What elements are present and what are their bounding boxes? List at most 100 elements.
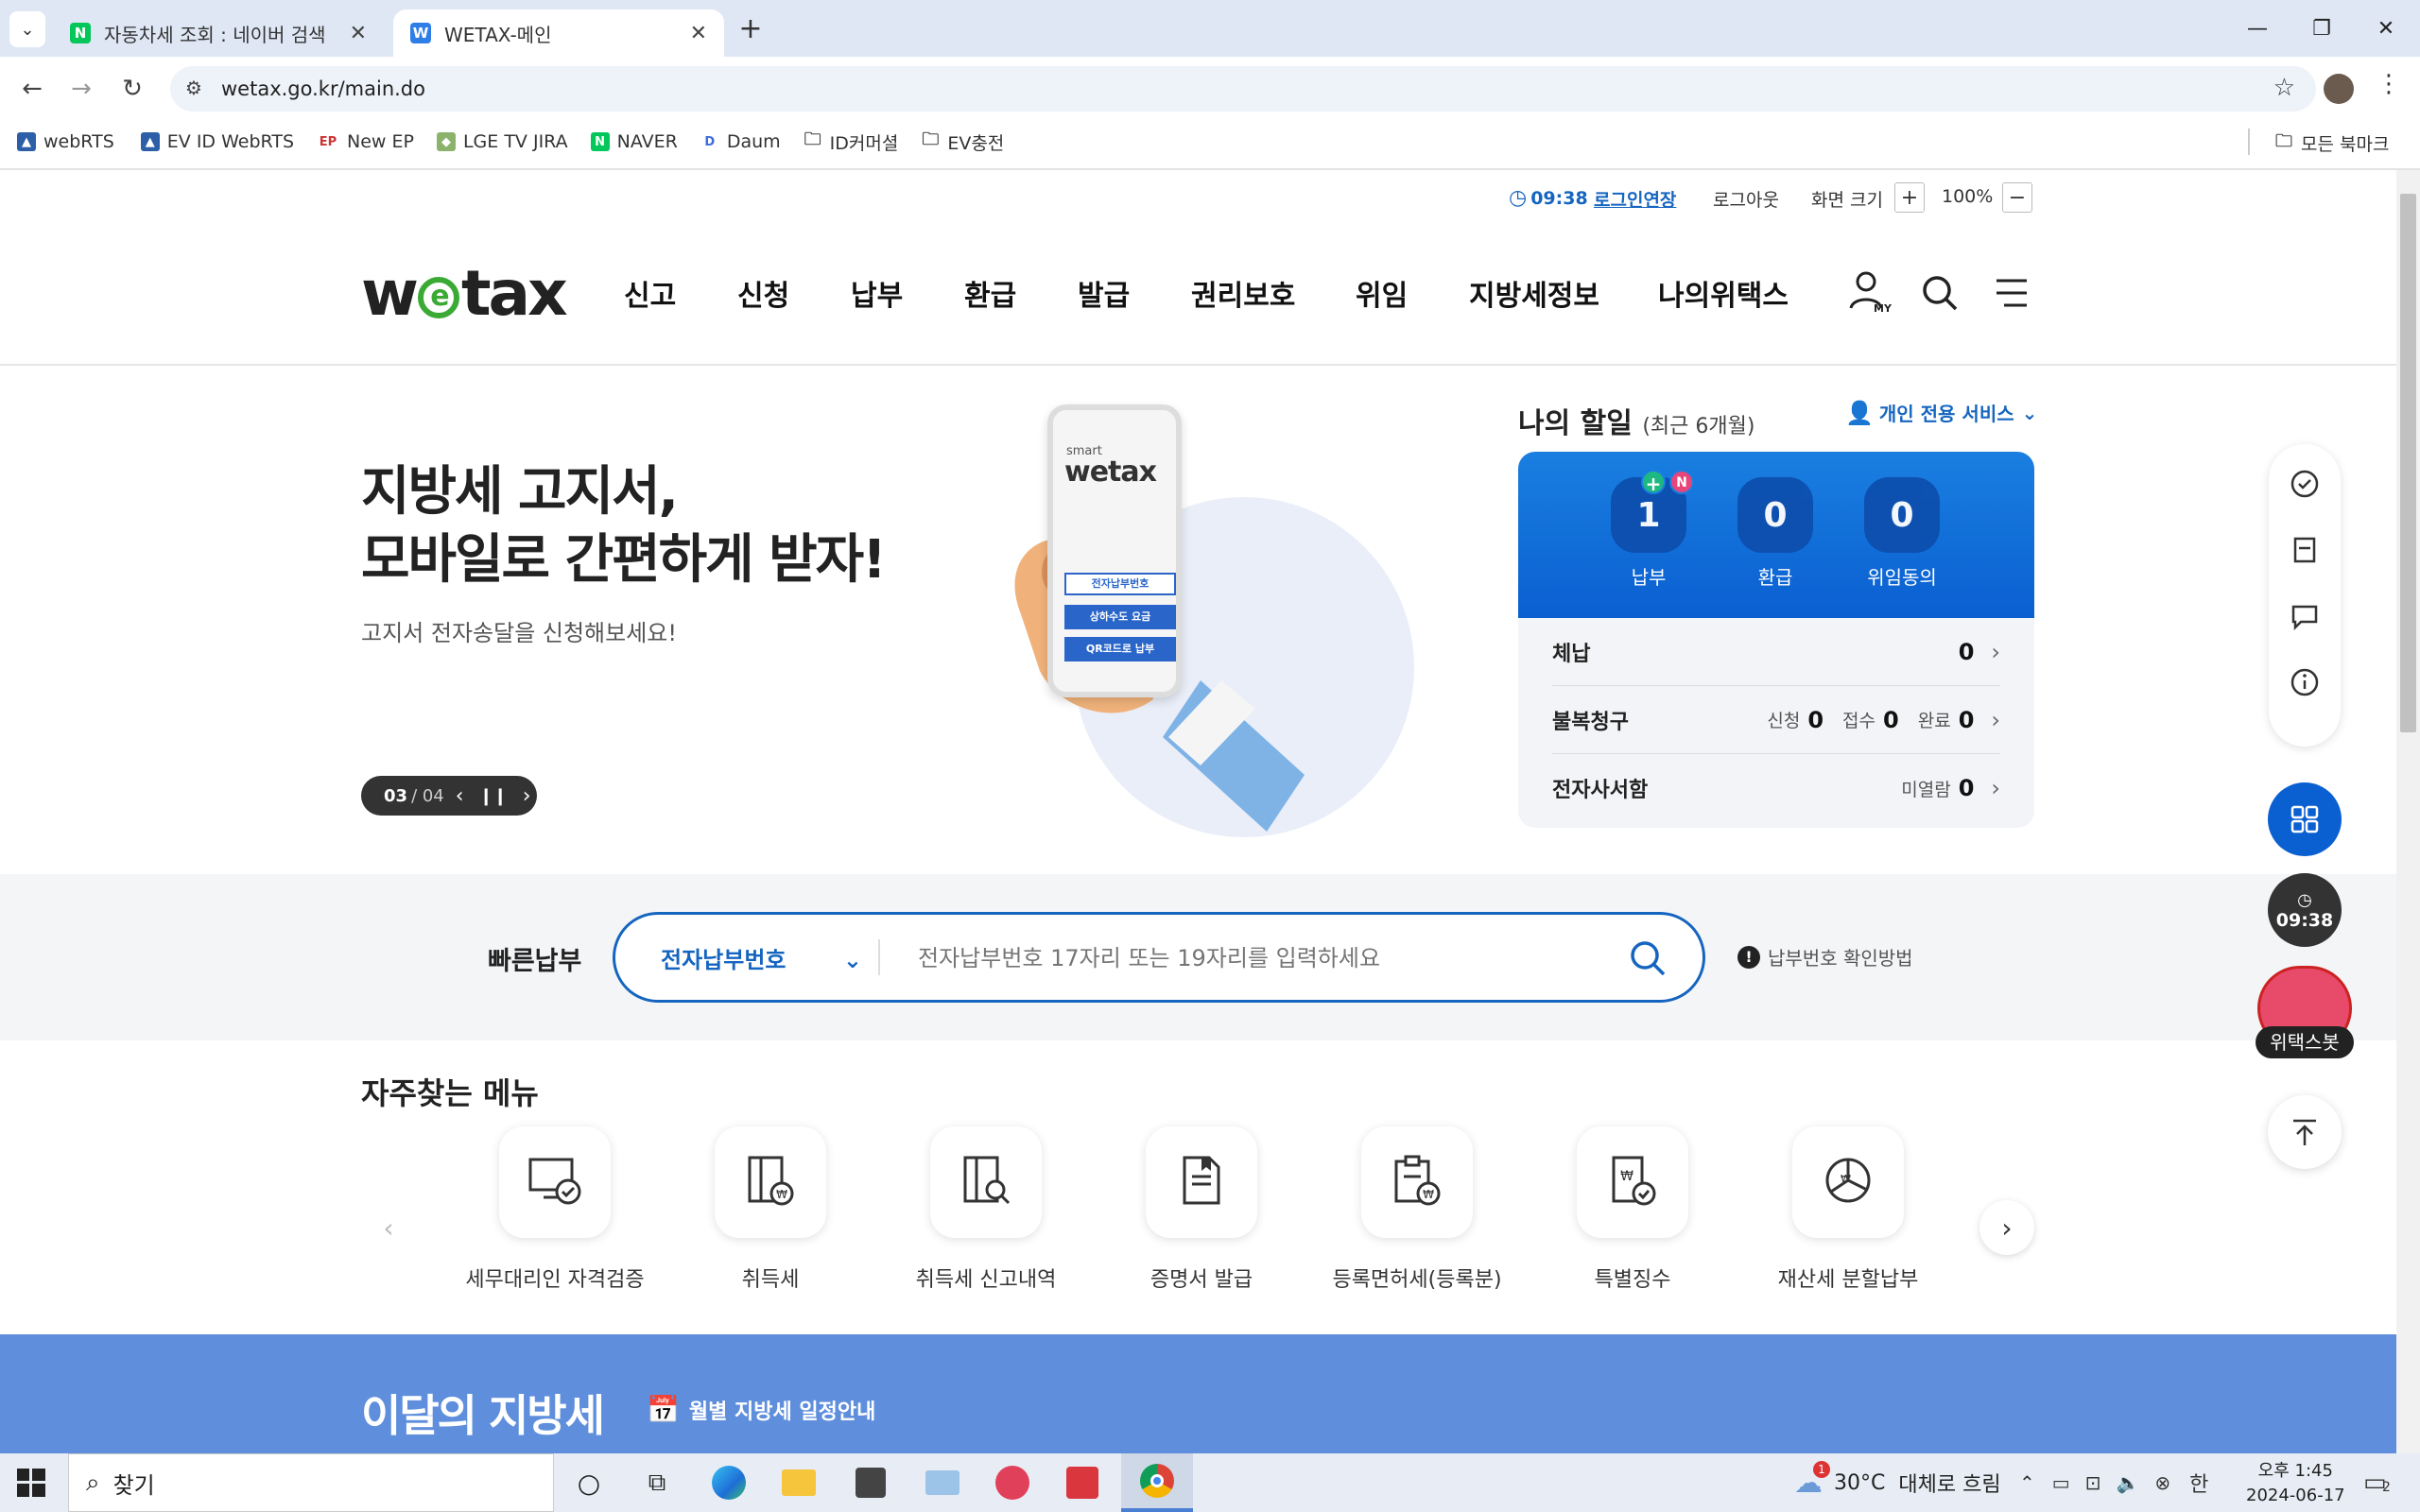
all-bookmarks-folder[interactable]: 🗀 모든 북마크 bbox=[2274, 130, 2389, 156]
file-explorer-icon[interactable] bbox=[777, 1461, 821, 1504]
bookmark-folder-id-commercial[interactable]: 🗀 ID커머셜 bbox=[803, 129, 898, 155]
scrollbar-thumb[interactable] bbox=[2400, 194, 2416, 732]
frequent-item-certificate[interactable]: 증명서 발급 bbox=[1107, 1126, 1296, 1293]
bookmark-folder-ev-charge[interactable]: 🗀 EV충전 bbox=[921, 129, 1004, 155]
task-view-icon[interactable]: ⧉ bbox=[635, 1461, 679, 1504]
consult-check-icon[interactable] bbox=[2290, 469, 2320, 499]
search-icon[interactable] bbox=[1921, 274, 1959, 316]
notification-center-icon[interactable]: ▭ 2 bbox=[2363, 1469, 2395, 1497]
new-tab-button[interactable]: + bbox=[734, 11, 768, 45]
zoom-in-button[interactable]: + bbox=[1894, 182, 1925, 213]
bookmark-webrts[interactable]: ▲ webRTS bbox=[17, 131, 114, 152]
menu-rights[interactable]: 권리보호 bbox=[1191, 272, 1295, 314]
hamburger-menu-icon[interactable] bbox=[1995, 276, 2029, 314]
frequent-item-registration-tax[interactable]: ₩ 등록면허세(등록분) bbox=[1322, 1126, 1512, 1293]
scroll-to-top-button[interactable] bbox=[2268, 1095, 2342, 1169]
frequent-item-special-collection[interactable]: ₩ 특별징수 bbox=[1538, 1126, 1727, 1293]
menu-issue[interactable]: 발급 bbox=[1078, 272, 1130, 314]
edge-icon[interactable] bbox=[707, 1461, 751, 1504]
vpn-off-icon[interactable]: ⊗ bbox=[2154, 1471, 2170, 1494]
row-appeal[interactable]: 불복청구 신청 0 접수 0 완료 0 › bbox=[1552, 686, 2000, 754]
browser-menu-icon[interactable]: ⋮ bbox=[2377, 70, 2401, 98]
logout-link[interactable]: 로그아웃 bbox=[1713, 186, 1779, 212]
tab-wetax-main[interactable]: W WETAX-메인 ✕ bbox=[393, 9, 724, 57]
close-tab-icon[interactable]: ✕ bbox=[350, 22, 367, 45]
chat-icon[interactable] bbox=[2290, 601, 2320, 631]
back-icon[interactable]: ← bbox=[13, 70, 51, 108]
personal-service-dropdown[interactable]: 👤 개인 전용 서비스 ⌄ bbox=[1845, 399, 2037, 426]
mail-icon[interactable] bbox=[921, 1461, 964, 1504]
prev-slide-icon[interactable]: ‹ bbox=[456, 784, 464, 808]
bookmark-new-ep[interactable]: EP New EP bbox=[317, 131, 414, 152]
menu-delegation[interactable]: 위임 bbox=[1356, 272, 1408, 314]
wetax-logo[interactable]: w e tax bbox=[361, 257, 568, 330]
battery-icon[interactable]: ▭ bbox=[2052, 1471, 2070, 1494]
cortana-icon[interactable]: ○ bbox=[567, 1461, 611, 1504]
network-icon[interactable]: ⊡ bbox=[2085, 1471, 2101, 1494]
my-page-icon[interactable]: MY bbox=[1849, 270, 1892, 315]
all-menu-grid-button[interactable] bbox=[2268, 782, 2342, 856]
frequent-next-button[interactable]: › bbox=[1979, 1200, 2034, 1255]
bookmark-star-icon[interactable]: ☆ bbox=[2273, 74, 2295, 102]
search-icon[interactable] bbox=[1629, 939, 1667, 981]
store-icon[interactable] bbox=[849, 1461, 892, 1504]
frequent-item-tax-agent-verify[interactable]: 세무대리인 자격검증 bbox=[460, 1126, 649, 1293]
menu-pay[interactable]: 납부 bbox=[851, 272, 903, 314]
close-window-icon[interactable]: ✕ bbox=[2358, 8, 2414, 49]
restore-icon[interactable]: ❐ bbox=[2293, 8, 2350, 49]
wetax-bot-button[interactable]: 위택스봇 bbox=[2256, 966, 2354, 1064]
reload-icon[interactable]: ↻ bbox=[113, 70, 151, 108]
frequent-item-acquisition-history[interactable]: 취득세 신고내역 bbox=[891, 1126, 1080, 1293]
bookmark-lge-tv-jira[interactable]: ◆ LGE TV JIRA bbox=[436, 131, 568, 152]
stat-refund[interactable]: 0 환급 bbox=[1737, 477, 1813, 590]
show-hidden-icons-icon[interactable]: ⌃ bbox=[2019, 1471, 2035, 1494]
row-arrears[interactable]: 체납 0 › bbox=[1552, 618, 2000, 686]
payment-type-select[interactable]: 전자납부번호 ⌄ bbox=[661, 941, 862, 974]
pause-icon[interactable]: ❙❙ bbox=[479, 786, 508, 806]
tab-naver-search[interactable]: N 자동차세 조회 : 네이버 검색 ✕ bbox=[53, 9, 384, 57]
windows-start-icon[interactable] bbox=[17, 1469, 45, 1497]
menu-report[interactable]: 신고 bbox=[624, 272, 676, 314]
menu-local-tax-info[interactable]: 지방세정보 bbox=[1469, 272, 1599, 314]
frequent-item-property-tax-split[interactable]: ₩ 재산세 분할납부 bbox=[1754, 1126, 1943, 1293]
bookmarks-divider bbox=[2248, 129, 2250, 155]
plus-badge-icon: + bbox=[1641, 470, 1666, 495]
payment-number-help-link[interactable]: ! 납부번호 확인방법 bbox=[1737, 943, 1913, 971]
weather-widget[interactable]: ☁ 1 30°C 대체로 흐림 bbox=[1794, 1453, 2001, 1512]
volume-icon[interactable]: 🔈 bbox=[2116, 1471, 2139, 1494]
zoom-out-button[interactable]: − bbox=[2002, 182, 2032, 213]
chrome-taskbar-active[interactable] bbox=[1121, 1453, 1193, 1512]
row-e-mailbox[interactable]: 전자사서함 미열람 0 › bbox=[1552, 754, 2000, 822]
bookmark-naver[interactable]: N NAVER bbox=[590, 131, 678, 152]
bookmark-daum[interactable]: D Daum bbox=[700, 131, 781, 152]
extend-login-link[interactable]: 로그인연장 bbox=[1594, 186, 1676, 212]
frequent-menu-title: 자주찾는 메뉴 bbox=[361, 1075, 539, 1111]
messenger-icon[interactable] bbox=[991, 1461, 1034, 1504]
monthly-schedule-link[interactable]: 📅 월별 지방세 일정안내 bbox=[647, 1394, 875, 1425]
stat-payment[interactable]: 1 납부 + N bbox=[1611, 470, 1694, 590]
ime-indicator[interactable]: 한 bbox=[2189, 1468, 2208, 1498]
minimize-icon[interactable]: — bbox=[2229, 8, 2286, 49]
bookmark-ev-id-webrts[interactable]: ▲ EV ID WebRTS bbox=[140, 131, 294, 152]
taskbar-search[interactable]: ⌕ 찾기 bbox=[68, 1453, 554, 1512]
forward-icon[interactable]: → bbox=[62, 70, 100, 108]
ep-icon: EP bbox=[317, 132, 340, 151]
menu-apply[interactable]: 신청 bbox=[737, 272, 789, 314]
site-info-icon[interactable]: ⚙ bbox=[185, 77, 202, 99]
profile-avatar[interactable] bbox=[2324, 74, 2354, 104]
frequent-item-acquisition-tax[interactable]: ₩ 취득세 bbox=[676, 1126, 865, 1293]
info-icon[interactable] bbox=[2290, 667, 2320, 697]
session-timer-button[interactable]: ◷ 09:38 bbox=[2268, 873, 2342, 947]
close-tab-icon[interactable]: ✕ bbox=[690, 22, 707, 45]
stat-delegation-consent[interactable]: 0 위임동의 bbox=[1864, 477, 1940, 590]
document-icon[interactable] bbox=[2290, 535, 2320, 565]
taskbar-clock[interactable]: 오후 1:45 2024-06-17 bbox=[2246, 1459, 2345, 1508]
payment-number-input[interactable] bbox=[918, 932, 1617, 985]
sync-app-icon[interactable] bbox=[1061, 1461, 1104, 1504]
tab-list-dropdown-button[interactable]: ⌄ bbox=[9, 11, 45, 47]
menu-refund[interactable]: 환급 bbox=[964, 272, 1016, 314]
next-slide-icon[interactable]: › bbox=[523, 784, 531, 808]
frequent-prev-button[interactable]: ‹ bbox=[361, 1200, 416, 1255]
address-bar[interactable]: ⚙ wetax.go.kr/main.do ☆ bbox=[170, 66, 2316, 112]
menu-my-wetax[interactable]: 나의위택스 bbox=[1658, 272, 1789, 314]
